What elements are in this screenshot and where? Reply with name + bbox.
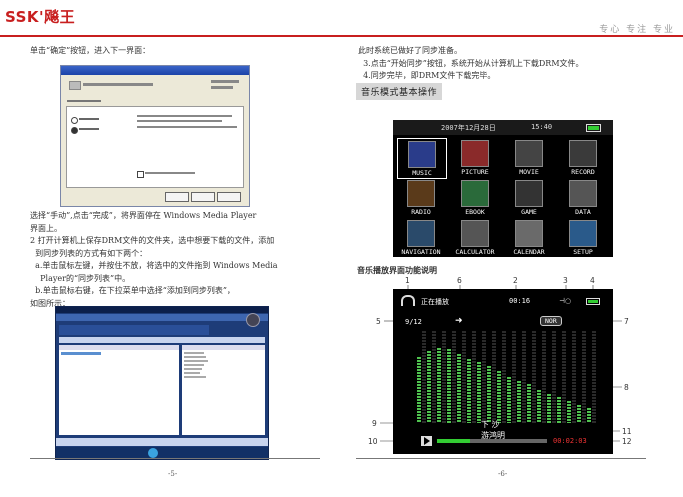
eq-bar-background — [502, 331, 506, 423]
eq-bar — [487, 366, 491, 423]
eq-bar — [587, 408, 591, 423]
eq-bar-background — [512, 331, 516, 423]
player-battery-icon — [586, 298, 600, 305]
play-state-icon[interactable] — [421, 436, 432, 446]
repeat-icon: ⊣○ — [559, 297, 572, 305]
eq-bar — [467, 359, 471, 423]
eq-bar-background — [532, 331, 536, 423]
eq-bar-background — [562, 331, 566, 423]
headphone-icon — [401, 295, 415, 306]
right-footer-rule — [356, 458, 646, 459]
now-playing-status: 正在播放 — [421, 298, 449, 306]
total-time: 00:02:03 — [553, 437, 587, 445]
eq-bar-background — [432, 331, 436, 423]
eq-bar — [417, 357, 421, 423]
music-player-screen: 正在播放 00:16 ⊣○ 9/12 ➜ NOR 下 沙 游鸿明 00:02:0… — [393, 289, 613, 454]
eq-bar — [497, 371, 501, 423]
eq-bar-background — [452, 331, 456, 423]
eq-bar — [507, 377, 511, 423]
eq-bar — [457, 354, 461, 423]
eq-mode-badge[interactable]: NOR — [540, 316, 562, 326]
eq-bar — [437, 348, 441, 423]
track-index: 9/12 — [405, 318, 422, 326]
song-title: 下 沙 — [481, 420, 500, 429]
eq-bar — [567, 401, 571, 423]
eq-bar — [547, 394, 551, 423]
eq-bar-background — [482, 331, 486, 423]
eq-bar-background — [582, 331, 586, 423]
eq-bar-background — [462, 331, 466, 423]
eq-bar — [427, 351, 431, 423]
eq-bar-background — [572, 331, 576, 423]
eq-bar-background — [592, 331, 596, 423]
elapsed-time: 00:16 — [509, 297, 531, 305]
play-mode-arrow-icon: ➜ — [455, 316, 463, 326]
eq-bar-background — [422, 331, 426, 423]
eq-bar-background — [522, 331, 526, 423]
eq-bar-background — [552, 331, 556, 423]
eq-bar — [527, 384, 531, 423]
eq-bar-background — [542, 331, 546, 423]
eq-bar-background — [442, 331, 446, 423]
page-number-right: -6- — [498, 470, 508, 478]
progress-track[interactable] — [437, 439, 547, 443]
eq-bar — [477, 362, 481, 423]
progress-fill — [437, 439, 470, 443]
eq-bar — [557, 397, 561, 423]
eq-bar — [537, 390, 541, 423]
eq-bar — [517, 381, 521, 423]
equalizer-visualizer — [417, 331, 607, 423]
eq-bar — [577, 405, 581, 423]
eq-bar — [447, 349, 451, 423]
eq-bar-background — [472, 331, 476, 423]
eq-bar-background — [492, 331, 496, 423]
